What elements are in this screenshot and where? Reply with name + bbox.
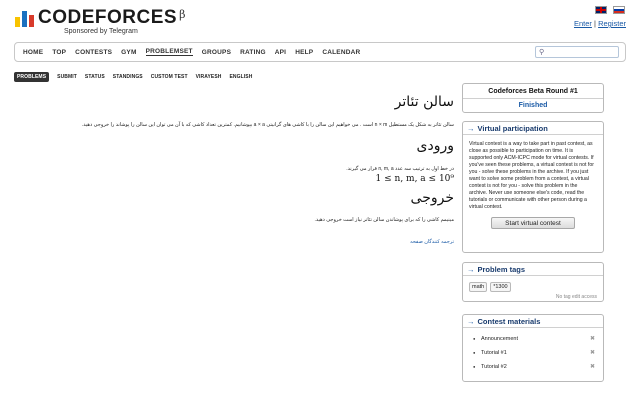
main-nav: HOME TOP CONTESTS GYM PROBLEMSET GROUPS …	[14, 42, 626, 62]
logo-beta: β	[179, 8, 186, 21]
logo-bars-icon	[15, 11, 34, 27]
logo-text: CODEFORCES	[38, 7, 178, 28]
problem-tags-box: → Problem tags math *1300 No tag edit ac…	[462, 262, 604, 302]
problem-tags-header: → Problem tags	[463, 263, 603, 276]
nav-rating[interactable]: RATING	[240, 49, 266, 56]
input-text: در خط اول به ترتیب سه عدد n, m, a قرار م…	[346, 166, 454, 172]
material-announcement[interactable]: Announcement	[481, 336, 518, 342]
materials-list: Announcement ✖ Tutorial #1 ✖ Tutorial #2…	[463, 328, 603, 378]
material-tutorial-1[interactable]: Tutorial #1	[481, 350, 507, 356]
close-icon: ✖	[589, 336, 595, 342]
virtual-participation-header: → Virtual participation	[463, 122, 603, 135]
language-flags	[595, 6, 625, 14]
list-item[interactable]: Announcement ✖	[473, 336, 597, 350]
output-text: مینیمم کاشی را که برای پوشاندن سالن تئات…	[314, 217, 454, 223]
problem-title: سالن تئاتر	[394, 94, 454, 110]
contest-materials-title: Contest materials	[477, 316, 541, 326]
english-flag-icon[interactable]	[595, 6, 607, 14]
arrow-right-icon: →	[467, 316, 475, 326]
list-item[interactable]: Tutorial #1 ✖	[473, 350, 597, 364]
virtual-participation-text: Virtual contest is a way to take part in…	[469, 141, 594, 210]
submenu-english[interactable]: ENGLISH	[230, 74, 253, 80]
nav-problemset[interactable]: PROBLEMSET	[145, 48, 193, 56]
nav-home[interactable]: HOME	[23, 49, 43, 56]
enter-link[interactable]: Enter	[574, 19, 592, 28]
close-icon: ✖	[589, 364, 595, 370]
tag-edit-note: No tag edit access	[555, 294, 597, 300]
auth-separator: |	[594, 19, 596, 28]
problem-legend: سالن تئاتر به شکل یک مستطیل n × m است . …	[81, 122, 454, 128]
nav-groups[interactable]: GROUPS	[202, 49, 231, 56]
nav-contests[interactable]: CONTESTS	[75, 49, 112, 56]
sponsor-text: Sponsored by Telegram	[64, 28, 138, 35]
nav-calendar[interactable]: CALENDAR	[322, 49, 360, 56]
russian-flag-icon[interactable]	[613, 6, 625, 14]
contest-materials-header: → Contest materials	[463, 315, 603, 328]
contest-round-box: Codeforces Beta Round #1 Finished	[462, 83, 604, 113]
auth-links: Enter | Register	[574, 19, 626, 28]
codeforces-logo[interactable]: CODEFORCES β	[15, 8, 185, 27]
arrow-right-icon: →	[467, 123, 475, 133]
nav-top[interactable]: TOP	[52, 49, 66, 56]
submenu-standings[interactable]: STANDINGS	[113, 74, 143, 80]
nav-help[interactable]: HELP	[295, 49, 313, 56]
round-status: Finished	[518, 102, 548, 109]
tag-math[interactable]: math	[469, 282, 488, 292]
virtual-participation-title: Virtual participation	[477, 123, 548, 133]
problem-tags-title: Problem tags	[477, 264, 526, 274]
translators-link[interactable]: ترجمه کنندگان صفحه	[410, 239, 454, 245]
submenu-custom-test[interactable]: CUSTOM TEST	[151, 74, 188, 80]
start-virtual-contest-button[interactable]: Start virtual contest	[491, 217, 575, 229]
close-icon: ✖	[589, 350, 595, 356]
round-title[interactable]: Codeforces Beta Round #1	[463, 88, 603, 99]
virtual-participation-box: → Virtual participation Virtual contest …	[462, 121, 604, 253]
register-link[interactable]: Register	[598, 19, 626, 28]
search-icon: ⚲	[539, 49, 545, 56]
nav-gym[interactable]: GYM	[121, 49, 136, 56]
submenu-submit[interactable]: SUBMIT	[57, 74, 77, 80]
submenu-problems[interactable]: PROBLEMS	[14, 72, 50, 82]
arrow-right-icon: →	[467, 264, 475, 274]
nav-api[interactable]: API	[275, 49, 286, 56]
material-tutorial-2[interactable]: Tutorial #2	[481, 364, 507, 370]
submenu-virayesh[interactable]: VIRAYESH	[196, 74, 222, 80]
output-section-title: خروجی	[410, 190, 454, 206]
contest-materials-box: → Contest materials Announcement ✖ Tutor…	[462, 314, 604, 382]
submenu-status[interactable]: STATUS	[85, 74, 105, 80]
input-constraints: 1 ≤ n, m, a ≤ 10⁹	[375, 174, 454, 184]
list-item[interactable]: Tutorial #2 ✖	[473, 364, 597, 378]
search-input[interactable]: ⚲	[535, 46, 619, 58]
input-section-title: ورودی	[416, 138, 454, 154]
problem-submenu: PROBLEMS SUBMIT STATUS STANDINGS CUSTOM …	[14, 72, 260, 82]
tags-row: math *1300	[463, 276, 603, 292]
tag-difficulty[interactable]: *1300	[490, 282, 511, 292]
